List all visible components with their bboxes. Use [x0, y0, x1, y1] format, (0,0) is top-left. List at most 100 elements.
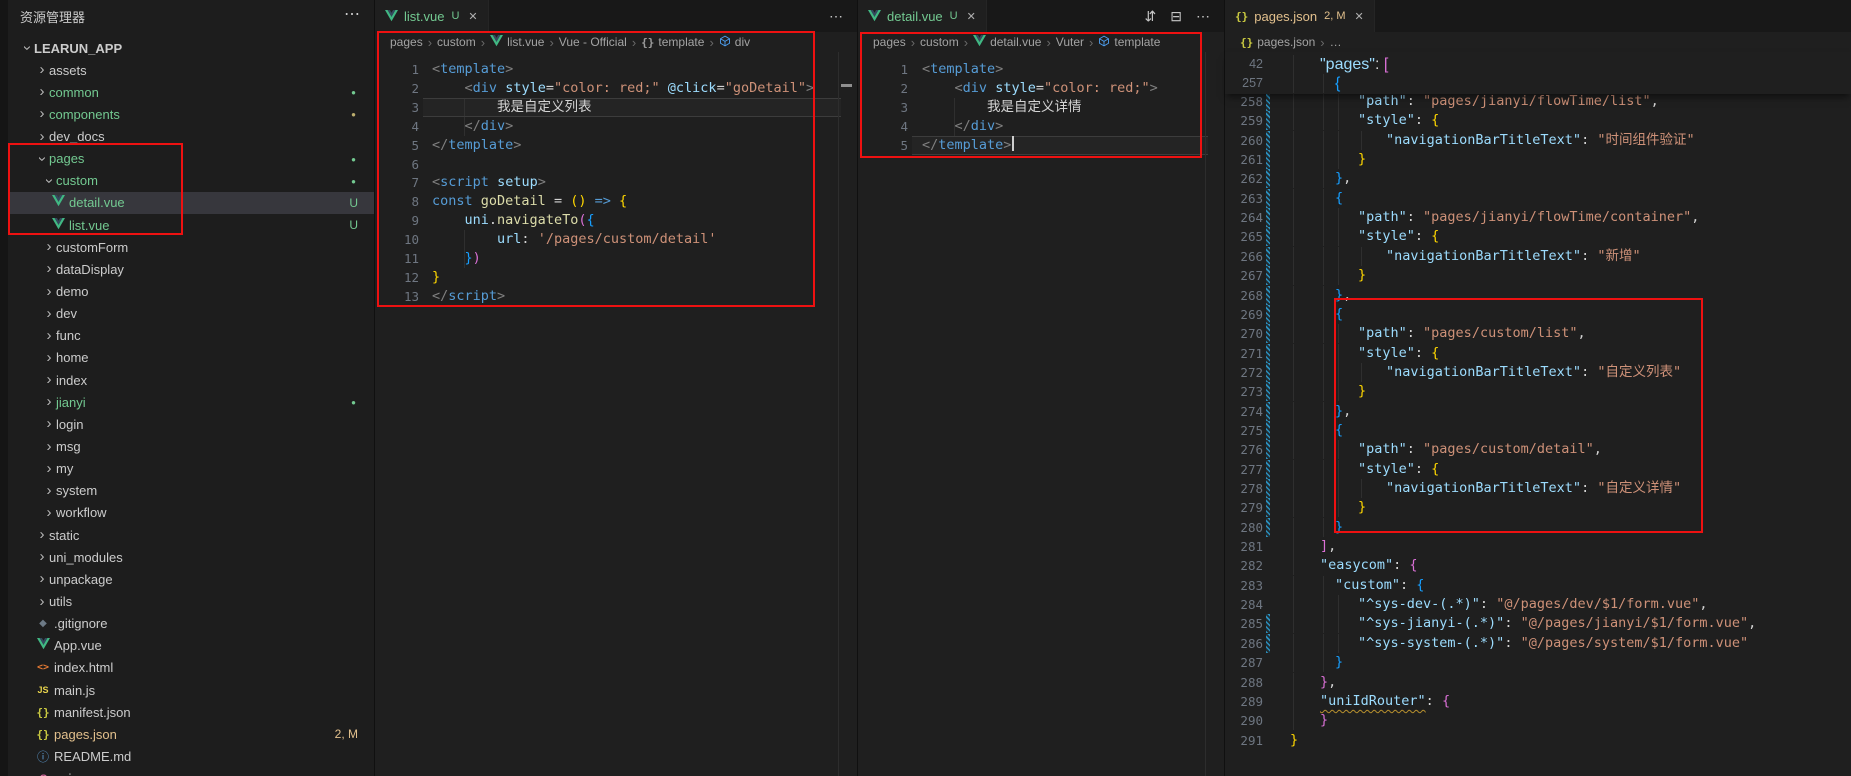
- code-text: }: [1335, 518, 1343, 537]
- code-text: }): [432, 249, 481, 268]
- line-number: 291: [1225, 731, 1263, 750]
- tree-item-common[interactable]: ›common●: [8, 81, 374, 103]
- tree-item-label: dev: [56, 306, 77, 321]
- gitignore-icon: ◆: [39, 618, 47, 629]
- tree-item-index[interactable]: ›index: [8, 369, 374, 391]
- tree-item-index-html[interactable]: <>index.html: [8, 657, 374, 679]
- tree-item-list-vue[interactable]: list.vueU: [8, 214, 374, 236]
- line-number: 6: [375, 155, 419, 174]
- code-line: 278"navigationBarTitleText": "自定义详情": [1225, 479, 1851, 498]
- indent-guide: [1323, 131, 1324, 150]
- indent-guide: [1323, 266, 1324, 285]
- tree-item-readme-md[interactable]: ⓘREADME.md: [8, 745, 374, 767]
- code-line: 284"^sys-dev-(.*)": "@/pages/dev/$1/form…: [1225, 595, 1851, 614]
- gutter-modified-indicator: [1266, 382, 1270, 401]
- indent-guide: [1323, 518, 1324, 537]
- tree-item-learun-app[interactable]: ›LEARUN_APP: [8, 37, 374, 59]
- tree-item-label: common: [49, 85, 99, 100]
- tree-item-label: .gitignore: [54, 616, 107, 631]
- tree-item-assets[interactable]: ›assets: [8, 59, 374, 81]
- tree-item-components[interactable]: ›components●: [8, 103, 374, 125]
- js-file-icon: JS: [37, 685, 48, 695]
- tree-item-workflow[interactable]: ›workflow: [8, 502, 374, 524]
- indent-guide: [1293, 74, 1294, 93]
- code-editor[interactable]: 1<template>2 <div style="color: red;">3 …: [858, 0, 1224, 776]
- code-line: 6: [375, 155, 857, 174]
- more-actions-icon[interactable]: ⋯: [344, 4, 360, 24]
- indent-guide: [1338, 363, 1339, 382]
- tree-item-custom[interactable]: ›custom●: [8, 170, 374, 192]
- line-number: 273: [1225, 382, 1263, 401]
- tree-item-dev[interactable]: ›dev: [8, 303, 374, 325]
- code-text: }: [1358, 150, 1366, 169]
- code-line: 285"^sys-jianyi-(.*)": "@/pages/jianyi/$…: [1225, 614, 1851, 633]
- gutter-modified-indicator: [1266, 92, 1270, 111]
- code-line: 2 <div style="color: red;">: [858, 79, 1224, 98]
- chevron-right-icon: ›: [35, 550, 49, 564]
- readme-info-icon: ⓘ: [37, 748, 49, 765]
- indent-guide: [1293, 305, 1294, 324]
- indent-guide: [1323, 92, 1324, 111]
- tree-item-jianyi[interactable]: ›jianyi●: [8, 391, 374, 413]
- tree-item-uni-scss[interactable]: Suni.scss: [8, 768, 374, 776]
- indent-guide: [1323, 189, 1324, 208]
- tree-item-msg[interactable]: ›msg: [8, 436, 374, 458]
- line-number: 283: [1225, 576, 1263, 595]
- line-number: 269: [1225, 305, 1263, 324]
- indent-guide: [1323, 595, 1324, 614]
- code-line: 11 }): [375, 249, 857, 268]
- line-number: 279: [1225, 498, 1263, 517]
- line-number: 280: [1225, 518, 1263, 537]
- line-number: 275: [1225, 421, 1263, 440]
- code-line: 288},: [1225, 673, 1851, 692]
- indent-guide: [1338, 111, 1339, 130]
- tree-item-dev-docs[interactable]: ›dev_docs: [8, 126, 374, 148]
- indent-guide: [1293, 189, 1294, 208]
- editor-group-detail-vue: detail.vue U ✕ ⇵ ⊟ ⋯ pages›custom›detail…: [858, 0, 1224, 776]
- tree-item-utils[interactable]: ›utils: [8, 591, 374, 613]
- code-editor[interactable]: 258"path": "pages/jianyi/flowTime/list",…: [1225, 0, 1851, 776]
- line-number: 263: [1225, 189, 1263, 208]
- line-number: 2: [858, 79, 908, 98]
- indent-guide: [1323, 479, 1324, 498]
- tree-item-pages-json[interactable]: {}pages.json2, M: [8, 723, 374, 745]
- indent-guide: [1323, 614, 1324, 633]
- gutter-modified-indicator: [1266, 344, 1270, 363]
- code-text: "uniIdRouter": {: [1320, 692, 1450, 711]
- tree-item-my[interactable]: ›my: [8, 458, 374, 480]
- tree-item-customform[interactable]: ›customForm: [8, 236, 374, 258]
- tree-item-system[interactable]: ›system: [8, 480, 374, 502]
- tree-item-app-vue[interactable]: App.vue: [8, 635, 374, 657]
- tree-item-detail-vue[interactable]: detail.vueU: [8, 192, 374, 214]
- tree-item-label: list.vue: [69, 218, 109, 233]
- code-line: 1<template>: [858, 60, 1224, 79]
- code-line: 262},: [1225, 169, 1851, 188]
- code-text: "style": {: [1358, 344, 1439, 363]
- indent-guide: [1338, 208, 1339, 227]
- line-number: 288: [1225, 673, 1263, 692]
- tree-item-label: assets: [49, 63, 87, 78]
- indent-guide: [1293, 266, 1294, 285]
- code-text: }: [1290, 731, 1298, 750]
- line-number: 4: [858, 117, 908, 136]
- tree-item-pages[interactable]: ›pages●: [8, 148, 374, 170]
- tree-item-unpackage[interactable]: ›unpackage: [8, 568, 374, 590]
- line-number: 276: [1225, 440, 1263, 459]
- tree-item-datadisplay[interactable]: ›dataDisplay: [8, 258, 374, 280]
- tree-item-demo[interactable]: ›demo: [8, 281, 374, 303]
- tree-item-manifest-json[interactable]: {}manifest.json: [8, 701, 374, 723]
- tree-item-uni-modules[interactable]: ›uni_modules: [8, 546, 374, 568]
- tree-item-static[interactable]: ›static: [8, 524, 374, 546]
- chevron-down-icon: ›: [20, 41, 34, 55]
- indent-guide: [1293, 363, 1294, 382]
- tree-item-func[interactable]: ›func: [8, 325, 374, 347]
- tree-item--gitignore[interactable]: ◆ .gitignore: [8, 613, 374, 635]
- tree-item-label: index: [56, 373, 87, 388]
- tree-item-login[interactable]: ›login: [8, 413, 374, 435]
- code-editor[interactable]: 1<template>2 <div style="color: red;" @c…: [375, 0, 857, 776]
- line-number: 260: [1225, 131, 1263, 150]
- tree-item-main-js[interactable]: JSmain.js: [8, 679, 374, 701]
- code-line: 5</template>: [858, 136, 1224, 155]
- indent-guide: [1293, 518, 1294, 537]
- tree-item-home[interactable]: ›home: [8, 347, 374, 369]
